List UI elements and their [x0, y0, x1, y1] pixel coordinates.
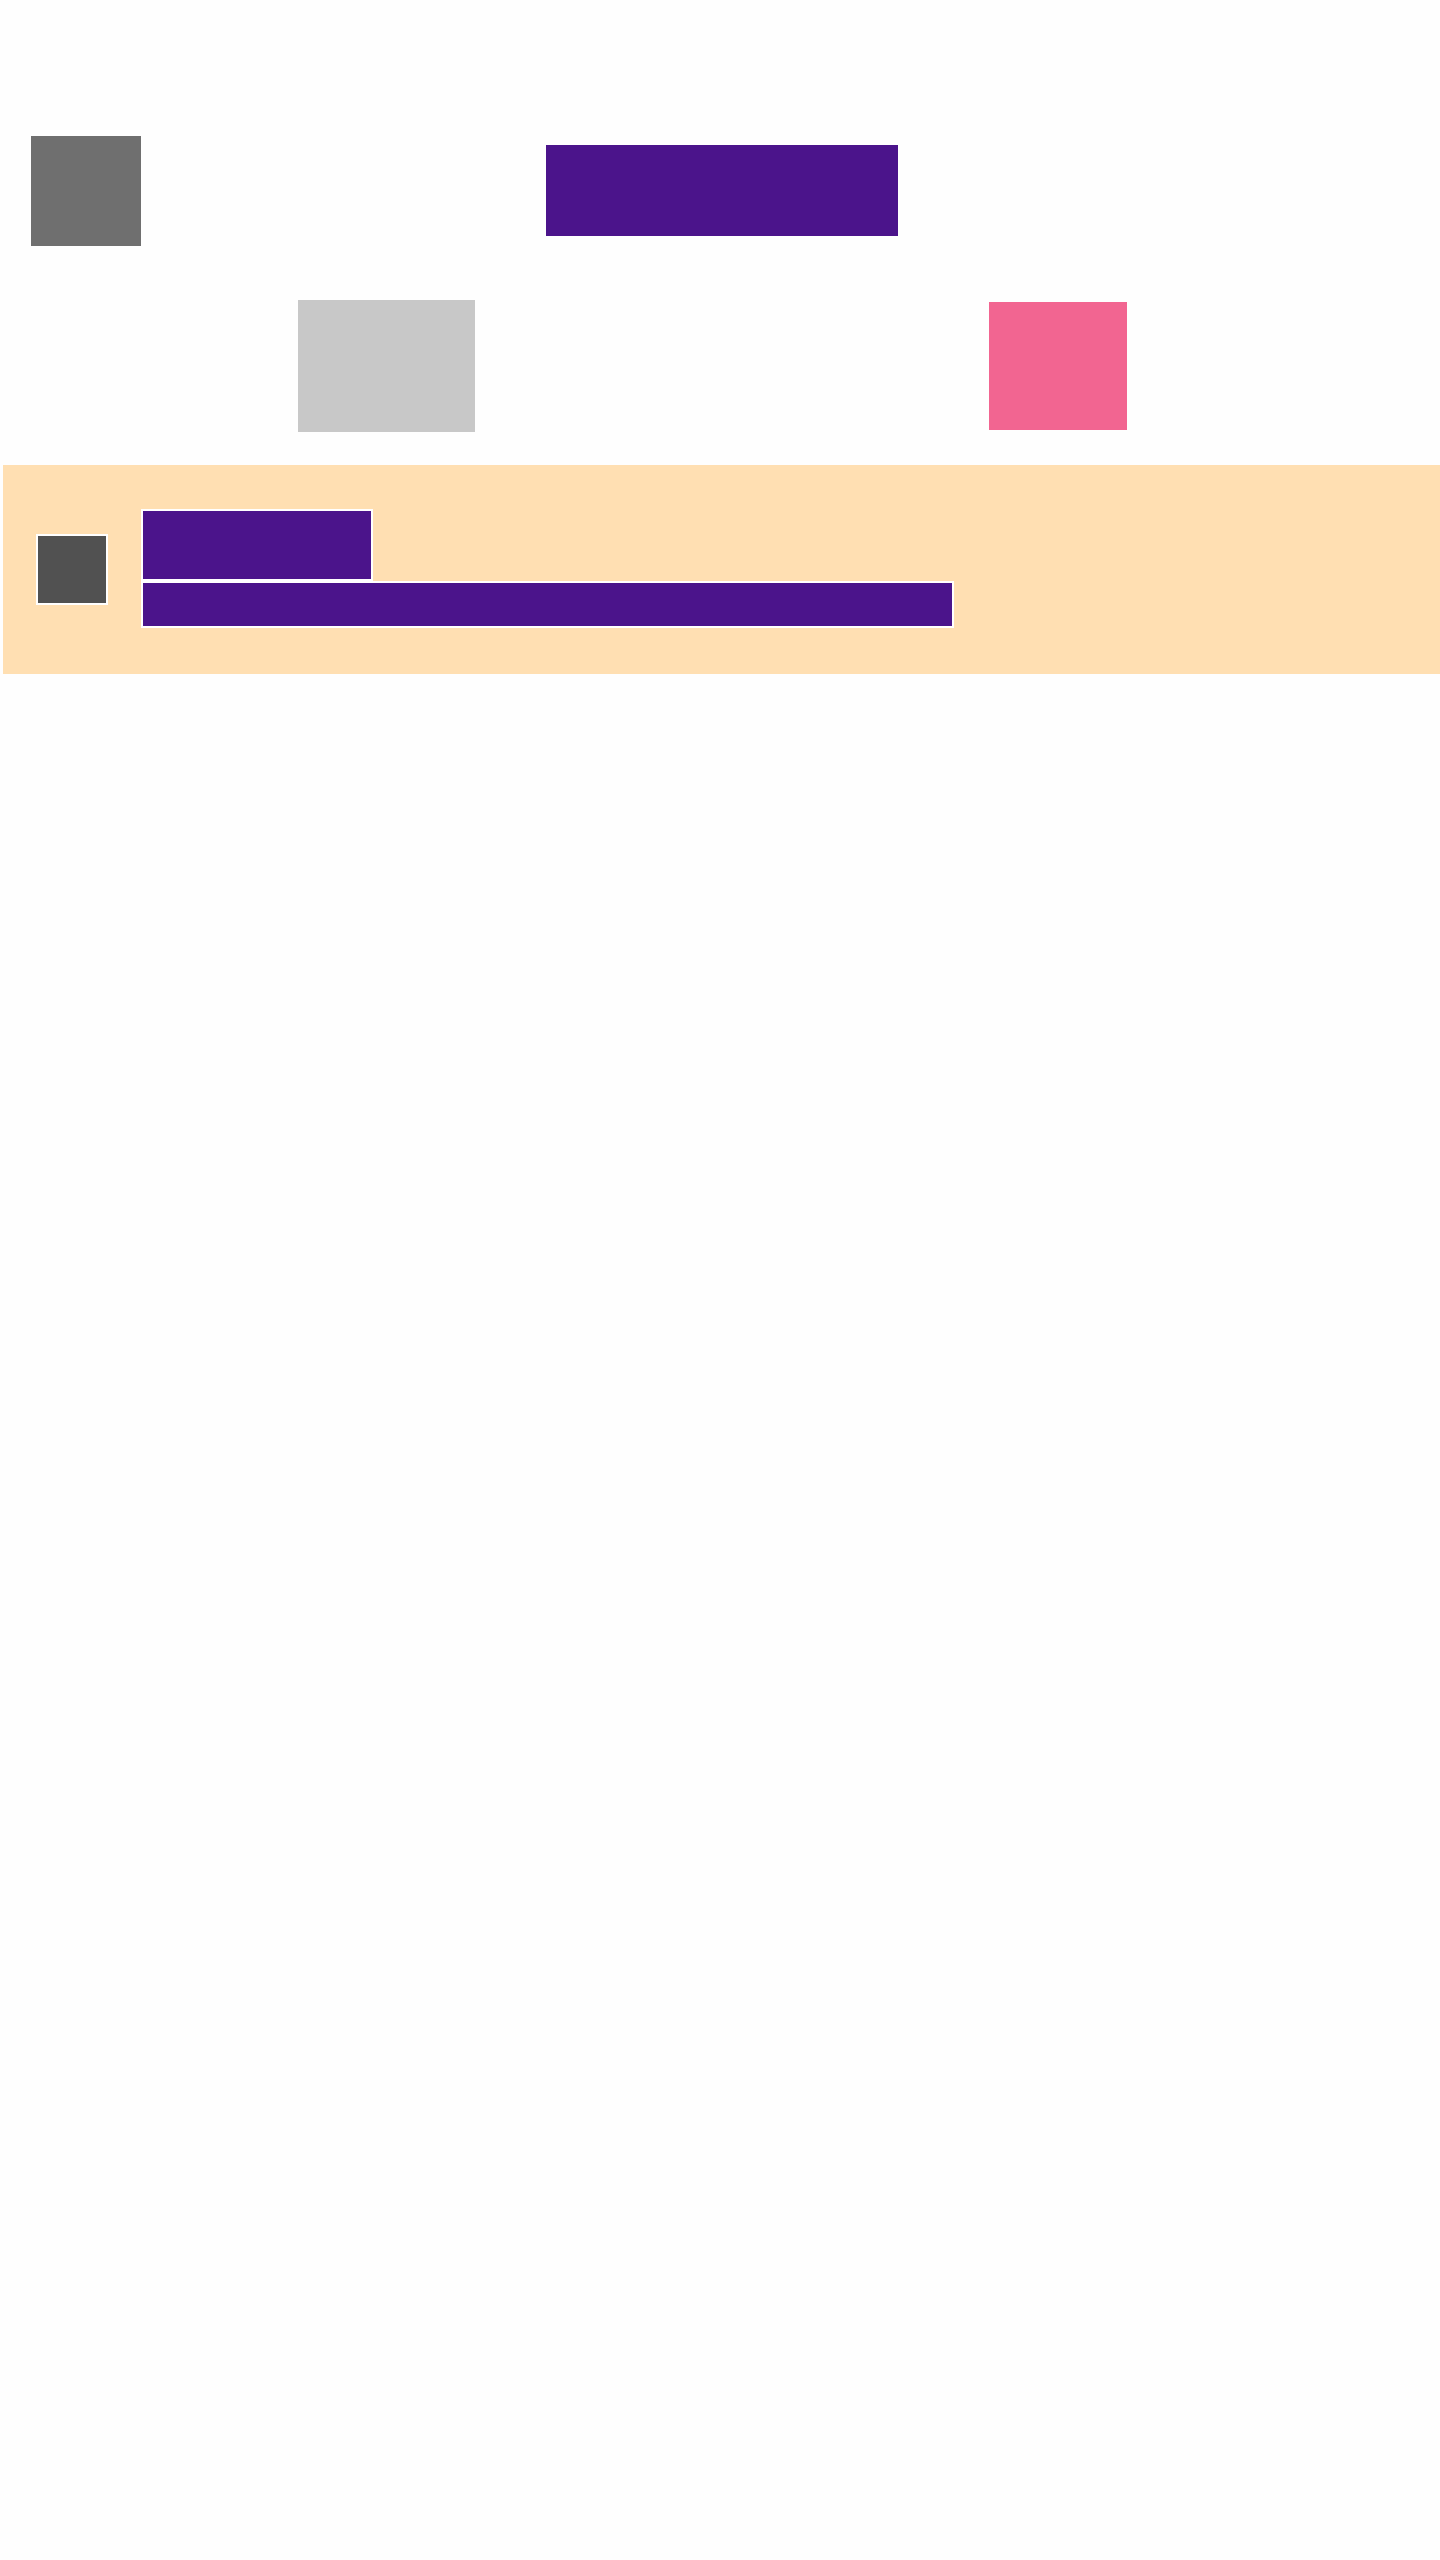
- info-icon: [38, 536, 39, 537]
- app-screen: [0, 0, 1440, 2560]
- image-placeholder[interactable]: [298, 300, 475, 432]
- action-button[interactable]: [989, 302, 1127, 430]
- banner-title: [141, 509, 373, 581]
- banner-subtitle: [141, 581, 954, 628]
- back-icon: [31, 136, 32, 137]
- banner-icon: [36, 534, 108, 605]
- back-button[interactable]: [31, 136, 141, 246]
- page-title: [546, 145, 898, 236]
